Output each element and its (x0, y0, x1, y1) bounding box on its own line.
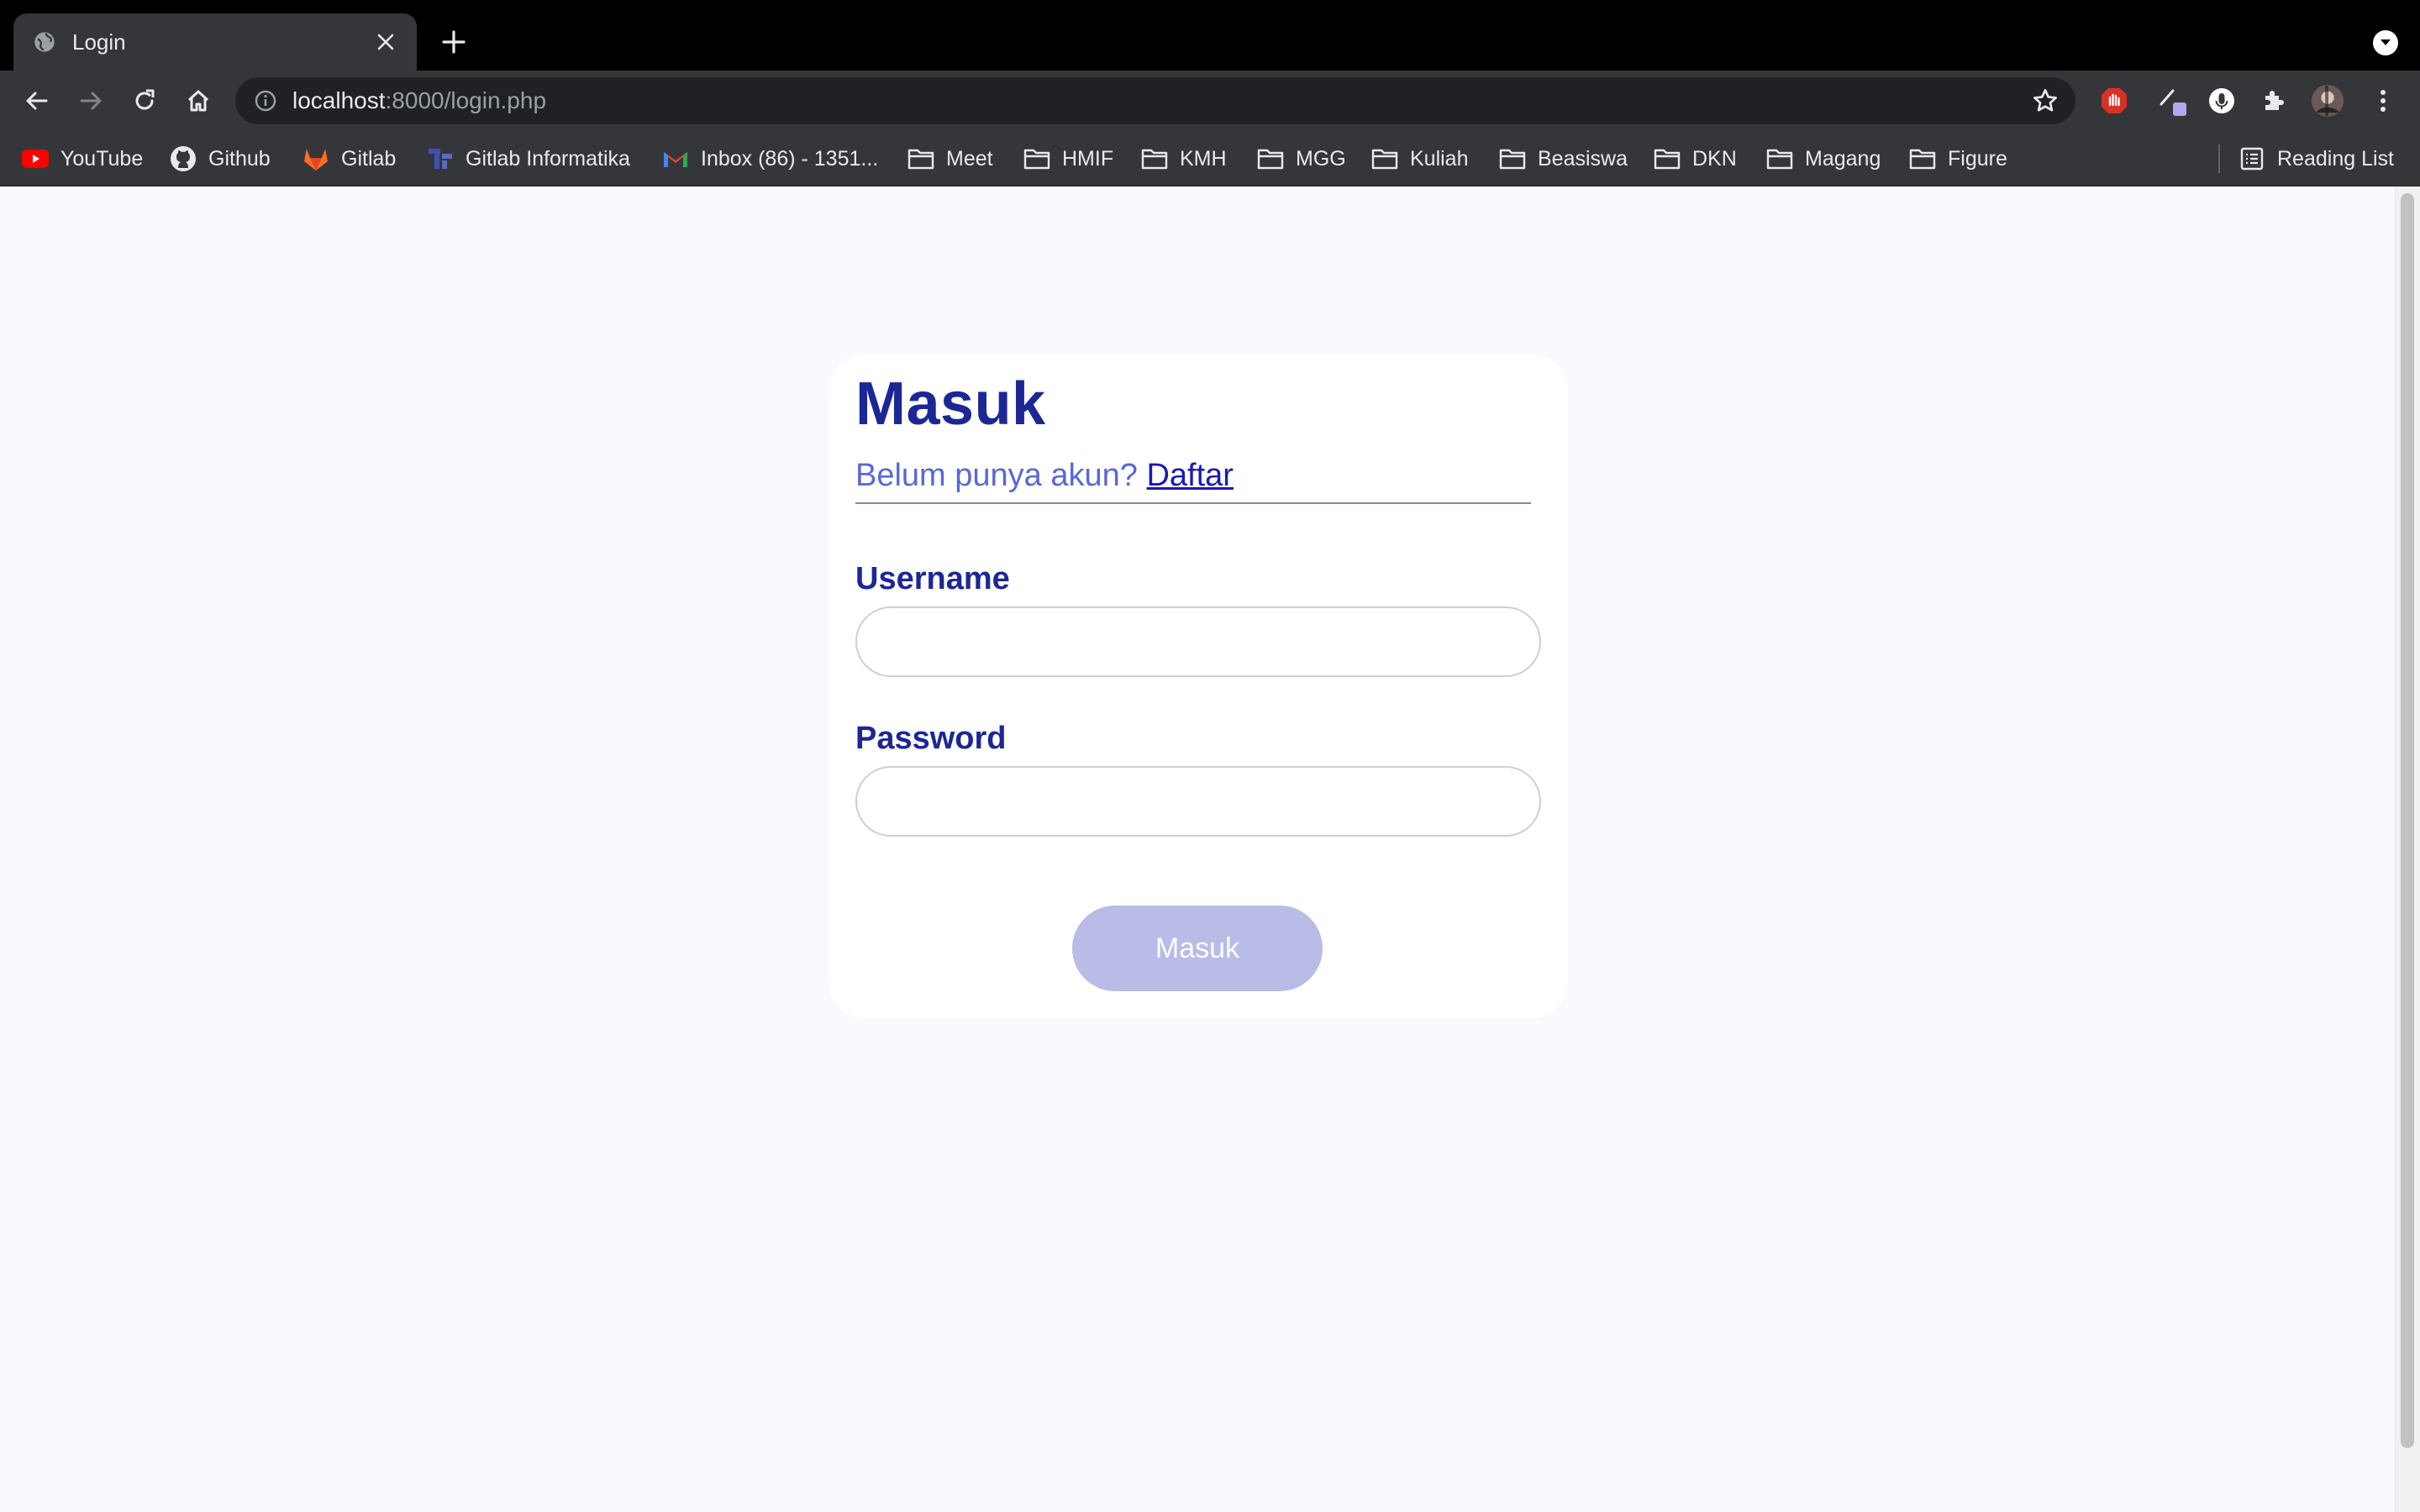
bookmarks-divider (2218, 144, 2220, 173)
bookmark-label: Gitlab Informatika (466, 146, 630, 171)
bookmark-label: Github (208, 146, 271, 171)
page-title: Masuk (855, 370, 1046, 438)
reading-list-icon (2238, 145, 2265, 172)
site-info-icon[interactable] (254, 89, 277, 113)
bookmark-label: Beasiswa (1538, 146, 1628, 171)
color-picker-extension-icon[interactable] (2156, 84, 2190, 118)
reload-icon[interactable] (128, 84, 161, 118)
ad-block-extension-icon[interactable] (2097, 84, 2131, 118)
bookmark-label: MGG (1296, 146, 1346, 171)
tab-title: Login (72, 29, 126, 55)
bookmark-folder-meet[interactable]: Meet (908, 143, 993, 175)
bookmark-star-icon[interactable] (2032, 87, 2059, 114)
signup-link[interactable]: Daftar (1146, 458, 1233, 493)
reading-list[interactable]: Reading List (2238, 143, 2394, 175)
bookmark-label: DKN (1692, 146, 1737, 171)
folder-icon (908, 145, 934, 172)
gmail-icon (662, 145, 689, 172)
login-card: Masuk Belum punya akun? Daftar Username … (829, 354, 1568, 1018)
bookmark-folder-figure[interactable]: Figure (1909, 143, 2007, 175)
page-scrollbar[interactable] (2395, 186, 2420, 1512)
bookmark-label: KMH (1180, 146, 1227, 171)
password-label: Password (855, 721, 1007, 756)
folder-icon (1654, 145, 1681, 172)
bookmarks-bar: YouTube Github Gitlab Gitlab Informatika… (0, 131, 2420, 186)
home-icon[interactable] (182, 84, 215, 118)
bookmark-gitlab-informatika[interactable]: Gitlab Informatika (427, 143, 630, 175)
folder-icon (1766, 145, 1793, 172)
bookmark-gitlab[interactable]: Gitlab (302, 143, 396, 175)
bookmark-folder-kmh[interactable]: KMH (1141, 143, 1227, 175)
forward-icon[interactable] (74, 84, 108, 118)
address-bar[interactable]: localhost:8000/login.php (235, 77, 2075, 124)
browser-toolbar: localhost:8000/login.php (0, 71, 2420, 131)
bookmark-folder-beasiswa[interactable]: Beasiswa (1499, 143, 1628, 175)
bookmark-label: Gitlab (341, 146, 397, 171)
bookmark-label: Magang (1805, 146, 1881, 171)
bookmark-github[interactable]: Github (170, 143, 271, 175)
bookmark-folder-dkn[interactable]: DKN (1654, 143, 1737, 175)
username-label: Username (855, 561, 1010, 596)
signup-prompt: Belum punya akun? (855, 458, 1138, 493)
globe-icon (32, 29, 57, 55)
scrollbar-thumb[interactable] (2401, 193, 2414, 1448)
bookmark-label: Kuliah (1410, 146, 1469, 171)
tab-search-icon[interactable] (2373, 30, 2398, 55)
url-host: localhost (292, 87, 386, 113)
folder-icon (1023, 145, 1050, 172)
bookmark-folder-kuliah[interactable]: Kuliah (1371, 143, 1469, 175)
folder-icon (1371, 145, 1398, 172)
url-text: localhost:8000/login.php (292, 89, 546, 113)
tab-strip: Login (0, 0, 2420, 71)
browser-tab[interactable]: Login (13, 13, 417, 71)
bookmark-label: YouTube (60, 146, 144, 171)
profile-avatar[interactable] (2311, 84, 2344, 118)
bookmark-youtube[interactable]: YouTube (22, 143, 143, 175)
signup-prompt-row: Belum punya akun? Daftar (855, 455, 1531, 504)
youtube-icon (22, 145, 49, 172)
folder-icon (1141, 145, 1168, 172)
gitlab-informatika-icon (427, 145, 454, 172)
url-path: :8000/login.php (385, 87, 547, 113)
gitlab-icon (302, 145, 329, 172)
login-submit-button[interactable]: Masuk (1072, 906, 1323, 991)
folder-icon (1257, 145, 1284, 172)
close-tab-icon[interactable] (373, 29, 398, 55)
bookmark-folder-mgg[interactable]: MGG (1257, 143, 1346, 175)
bookmark-folder-hmif[interactable]: HMIF (1023, 143, 1113, 175)
bookmark-label: Inbox (86) - 1351... (701, 146, 879, 171)
bookmark-label: HMIF (1062, 146, 1114, 171)
username-input[interactable] (855, 606, 1541, 677)
bookmark-inbox[interactable]: Inbox (86) - 1351... (662, 143, 878, 175)
microphone-extension-icon[interactable] (2205, 84, 2238, 118)
new-tab-icon[interactable] (437, 25, 471, 59)
page-viewport: Masuk Belum punya akun? Daftar Username … (0, 186, 2395, 1512)
bookmark-label: Meet (946, 146, 993, 171)
bookmark-label: Figure (1948, 146, 2007, 171)
folder-icon (1499, 145, 1526, 172)
github-icon (170, 145, 197, 172)
menu-kebab-icon[interactable] (2366, 84, 2400, 118)
password-input[interactable] (855, 766, 1541, 837)
reading-list-label: Reading List (2277, 146, 2394, 171)
bookmark-folder-magang[interactable]: Magang (1766, 143, 1881, 175)
extensions-puzzle-icon[interactable] (2257, 84, 2291, 118)
folder-icon (1909, 145, 1936, 172)
back-icon[interactable] (20, 84, 54, 118)
